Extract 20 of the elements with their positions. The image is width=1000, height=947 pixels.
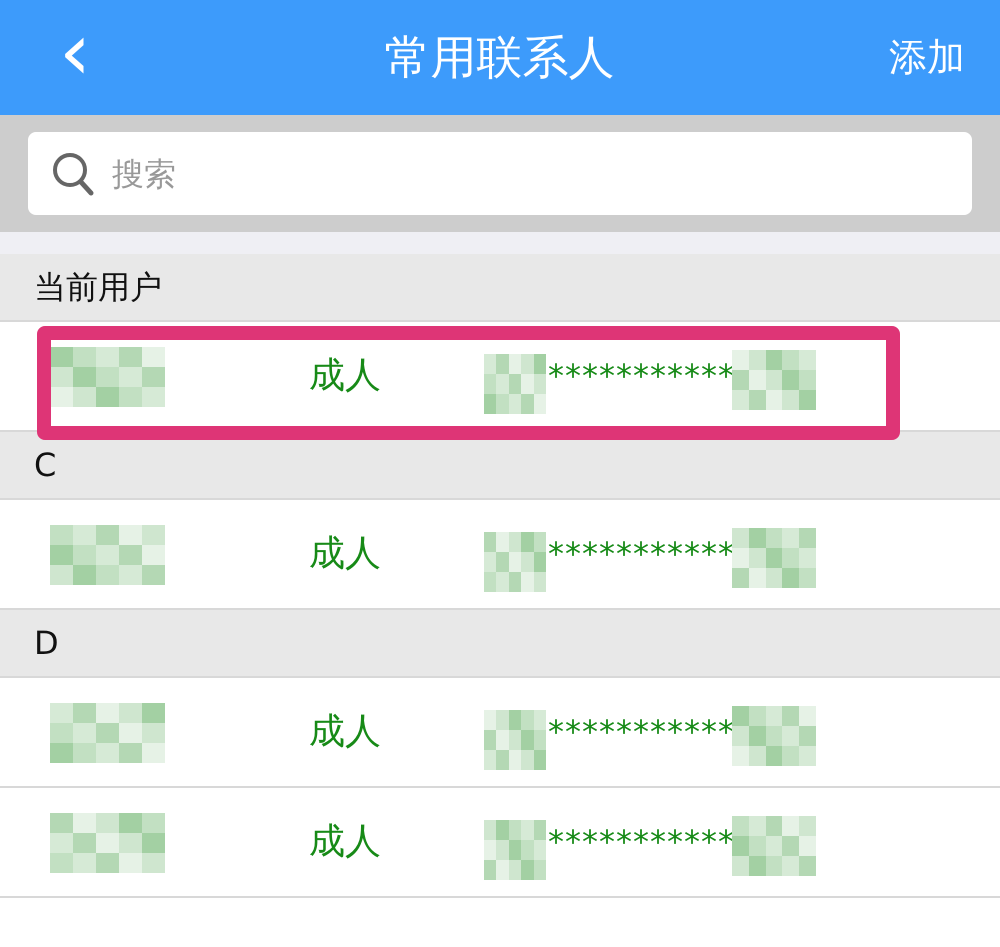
passenger-type: 成人 [309,532,381,576]
id-number: *********** [548,822,735,863]
redaction-mosaic [484,710,546,770]
id-number: *********** [548,534,735,575]
redaction-mosaic [484,820,546,880]
passenger-type: 成人 [309,820,381,864]
id-number: *********** [548,712,735,753]
search-icon [52,152,94,196]
passenger-type: 成人 [309,354,381,398]
section-header: 当前用户 [34,267,162,308]
redaction-mosaic [484,354,546,414]
add-button[interactable]: 添加 [889,29,965,86]
redaction-mosaic [484,532,546,592]
search-box[interactable]: 搜索 [28,132,972,215]
id-number: *********** [548,356,735,397]
screen-title: 常用联系人 [384,29,614,86]
section-header: C [34,445,56,486]
section-header: D [34,623,59,664]
passenger-type: 成人 [309,710,381,754]
back-button[interactable]: ‹ [40,12,110,104]
